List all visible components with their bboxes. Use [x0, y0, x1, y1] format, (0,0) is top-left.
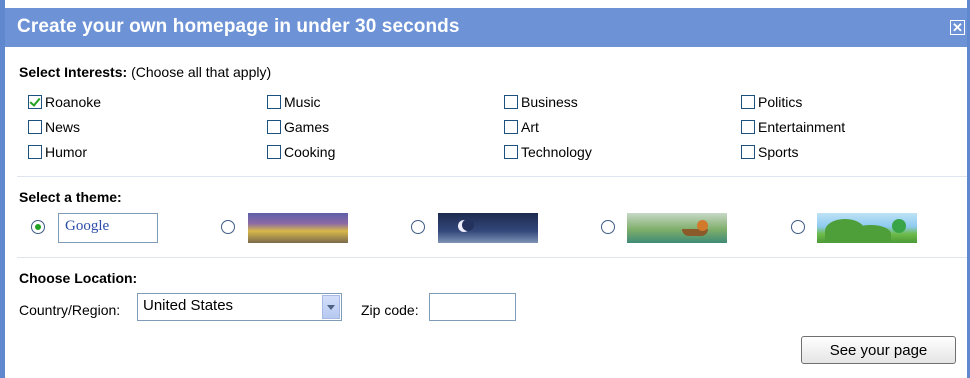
- theme-thumb-sunset[interactable]: [248, 213, 348, 243]
- theme-radio-hills[interactable]: [791, 220, 805, 234]
- interest-label: Politics: [758, 94, 803, 110]
- checkbox[interactable]: [267, 95, 281, 109]
- interest-label: Art: [521, 119, 539, 135]
- theme-thumb-hills[interactable]: [817, 213, 917, 243]
- google-logo: Google: [65, 218, 110, 234]
- country-value: United States: [143, 297, 234, 314]
- fox-icon: [697, 220, 708, 231]
- interest-label: Cooking: [284, 144, 336, 160]
- theme-radio-pond[interactable]: [601, 220, 615, 234]
- checkbox[interactable]: [741, 95, 755, 109]
- theme-thumb-night[interactable]: [438, 213, 538, 243]
- checkbox[interactable]: [741, 145, 755, 159]
- interest-label: Entertainment: [758, 119, 846, 135]
- checkbox[interactable]: [28, 95, 42, 109]
- checkbox[interactable]: [28, 120, 42, 134]
- country-select[interactable]: United States: [137, 293, 342, 321]
- interest-label: Music: [284, 94, 321, 110]
- moon-icon: [458, 219, 474, 232]
- interests-label: Select Interests:: [19, 64, 128, 80]
- chevron-down-icon[interactable]: [322, 295, 340, 319]
- checkbox[interactable]: [267, 145, 281, 159]
- interests-heading: Select Interests: (Choose all that apply…: [19, 64, 271, 80]
- checkbox[interactable]: [28, 145, 42, 159]
- theme-radio-sunset[interactable]: [221, 220, 235, 234]
- dialog-title: Create your own homepage in under 30 sec…: [17, 16, 460, 37]
- frog-icon: [892, 219, 906, 233]
- interest-label: Humor: [45, 144, 88, 160]
- checkbox[interactable]: [504, 145, 518, 159]
- interest-label: Games: [284, 119, 330, 135]
- hill-shape: [851, 225, 891, 243]
- divider: [17, 176, 967, 177]
- location-heading: Choose Location:: [19, 270, 138, 286]
- zip-label: Zip code:: [361, 302, 419, 318]
- theme-heading: Select a theme:: [19, 189, 122, 205]
- interest-label: Sports: [758, 144, 799, 160]
- checkbox[interactable]: [267, 120, 281, 134]
- theme-thumb-google[interactable]: Google: [58, 213, 158, 243]
- country-label: Country/Region:: [19, 302, 121, 318]
- close-icon[interactable]: ✕: [950, 20, 965, 35]
- theme-radio-google[interactable]: [31, 220, 45, 234]
- checkbox[interactable]: [504, 95, 518, 109]
- interests-hint: (Choose all that apply): [131, 64, 272, 80]
- theme-radio-night[interactable]: [411, 220, 425, 234]
- checkbox[interactable]: [741, 120, 755, 134]
- see-your-page-button[interactable]: See your page: [801, 336, 956, 364]
- dialog-titlebar: Create your own homepage in under 30 sec…: [5, 8, 967, 47]
- interest-label: News: [45, 119, 81, 135]
- interest-label: Roanoke: [45, 94, 102, 110]
- theme-thumb-pond[interactable]: [627, 213, 727, 243]
- interest-label: Business: [521, 94, 578, 110]
- zip-input[interactable]: [429, 293, 516, 321]
- homepage-setup-dialog: Create your own homepage in under 30 sec…: [0, 0, 970, 378]
- interest-label: Technology: [521, 144, 592, 160]
- checkbox[interactable]: [504, 120, 518, 134]
- divider: [17, 257, 967, 258]
